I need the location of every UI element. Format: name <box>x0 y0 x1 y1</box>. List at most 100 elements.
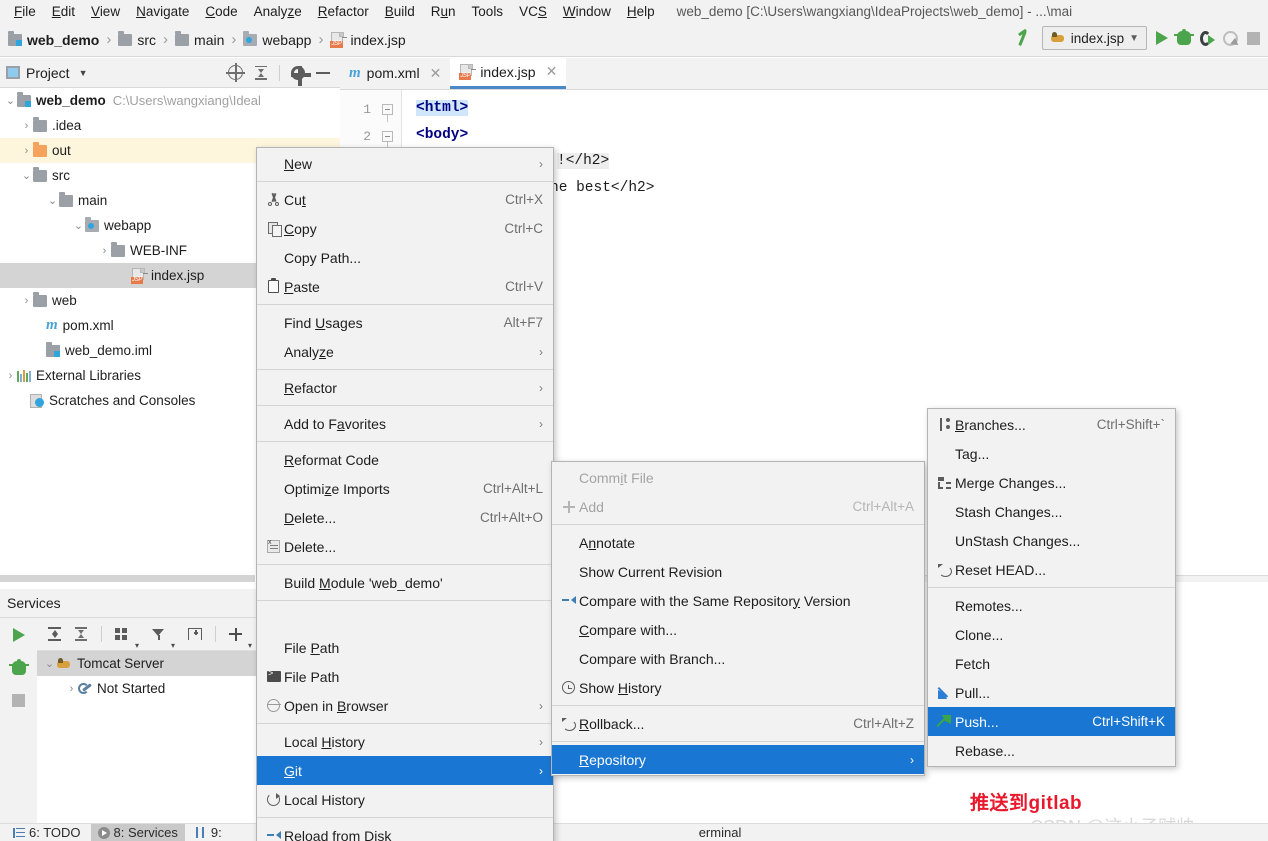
stop-icon[interactable] <box>1247 31 1260 45</box>
menu-item-annotate[interactable]: Annotate <box>552 528 924 557</box>
add-tab-icon[interactable] <box>188 628 203 640</box>
breadcrumb-item-src[interactable]: src <box>116 28 158 52</box>
tab-pom-xml[interactable]: m pom.xml ✕ <box>340 57 450 89</box>
chevron-down-icon[interactable]: ▼ <box>79 68 88 78</box>
chevron-down-icon[interactable]: ⌄ <box>72 219 85 232</box>
menu-item-branches[interactable]: Branches... Ctrl+Shift+` <box>928 410 1175 439</box>
locate-icon[interactable] <box>226 63 245 82</box>
menu-view[interactable]: View <box>83 1 128 22</box>
project-panel-title-group[interactable]: Project ▼ <box>6 65 88 81</box>
menu-item-show-history[interactable]: Show History <box>552 673 924 702</box>
services-tree[interactable]: ⌄ Tomcat Server › Not Started <box>37 651 268 823</box>
tab-index-jsp[interactable]: JSP index.jsp ✕ <box>450 57 567 89</box>
menu-vcs[interactable]: VCS <box>511 1 555 22</box>
menu-item-open-in-terminal[interactable]: File Path <box>257 662 553 691</box>
group-icon[interactable] <box>115 627 129 641</box>
run-configuration-selector[interactable]: index.jsp ▼ <box>1041 26 1147 50</box>
horizontal-splitter[interactable] <box>0 575 255 582</box>
menu-item-file-path[interactable]: File Path <box>257 633 553 662</box>
menu-run[interactable]: Run <box>423 1 464 22</box>
close-icon[interactable]: ✕ <box>430 65 442 82</box>
menu-tools[interactable]: Tools <box>464 1 512 22</box>
chevron-right-icon[interactable]: › <box>20 120 33 132</box>
menu-item-compare-with[interactable]: Compare with... <box>552 615 924 644</box>
chevron-down-icon[interactable]: ⌄ <box>4 94 17 107</box>
chevron-down-icon[interactable]: ▾ <box>171 641 175 650</box>
chevron-right-icon[interactable]: › <box>65 683 78 695</box>
menu-item-build-module[interactable]: Build Module 'web_demo' <box>257 568 553 597</box>
filter-icon[interactable] <box>152 628 165 641</box>
menu-item-show-in-explorer[interactable] <box>257 604 553 633</box>
menu-item-remotes[interactable]: Remotes... <box>928 591 1175 620</box>
breadcrumb-item-main[interactable]: main <box>173 28 226 52</box>
menu-item-unstash-changes[interactable]: UnStash Changes... <box>928 526 1175 555</box>
tree-row-idea[interactable]: › .idea <box>0 113 340 138</box>
stop-icon[interactable] <box>12 694 25 707</box>
breadcrumb-item-webapp[interactable]: webapp <box>241 28 313 52</box>
menu-item-compare-same-repo-version[interactable]: Compare with the Same Repository Version <box>552 586 924 615</box>
collapse-all-icon[interactable] <box>74 627 88 641</box>
menu-item-push[interactable]: Push... Ctrl+Shift+K <box>928 707 1175 736</box>
breadcrumb-item-index-jsp[interactable]: JSP index.jsp <box>328 28 407 52</box>
chevron-right-icon[interactable]: › <box>4 370 17 382</box>
close-icon[interactable]: ✕ <box>546 63 558 80</box>
menu-item-delete[interactable]: Delete... Ctrl+Alt+O <box>257 503 553 532</box>
menu-item-copy[interactable]: Copy Ctrl+C <box>257 214 553 243</box>
add-icon[interactable] <box>229 627 243 641</box>
menu-navigate[interactable]: Navigate <box>128 1 197 22</box>
menu-item-paste[interactable]: Paste Ctrl+V <box>257 272 553 301</box>
menu-item-tag[interactable]: Tag... <box>928 439 1175 468</box>
run-icon[interactable] <box>1156 31 1168 45</box>
menu-build[interactable]: Build <box>377 1 423 22</box>
menu-item-find-usages[interactable]: Find Usages Alt+F7 <box>257 308 553 337</box>
menu-item-pull[interactable]: Pull... <box>928 678 1175 707</box>
chevron-down-icon[interactable]: ▾ <box>248 641 252 650</box>
chevron-down-icon[interactable]: ⌄ <box>46 194 59 207</box>
status-tab-todo[interactable]: 6: TODO <box>6 824 88 841</box>
chevron-down-icon[interactable]: ▾ <box>135 641 139 650</box>
breadcrumb-item-web-demo[interactable]: web_demo <box>6 28 101 52</box>
run-icon[interactable] <box>12 628 25 642</box>
menu-item-stash-changes[interactable]: Stash Changes... <box>928 497 1175 526</box>
menu-item-open-in-browser[interactable]: Open in Browser › <box>257 691 553 720</box>
update-project-icon[interactable] <box>1017 30 1033 46</box>
menu-item-rollback[interactable]: Rollback... Ctrl+Alt+Z <box>552 709 924 738</box>
fold-icon[interactable] <box>382 104 393 122</box>
menu-item-refactor[interactable]: Refactor › <box>257 373 553 402</box>
menu-window[interactable]: Window <box>555 1 619 22</box>
profile-icon[interactable] <box>1223 30 1238 46</box>
debug-icon[interactable] <box>1174 29 1194 45</box>
menu-item-merge-changes[interactable]: Merge Changes... <box>928 468 1175 497</box>
menu-item-mark-as-plain-text[interactable]: Delete... <box>257 532 553 561</box>
menu-item-local-history[interactable]: Local History › <box>257 727 553 756</box>
menu-code[interactable]: Code <box>197 1 245 22</box>
settings-gear-icon[interactable] <box>291 65 311 86</box>
menu-analyze[interactable]: Analyze <box>246 1 310 22</box>
tree-row-web-demo[interactable]: ⌄ web_demo C:\Users\wangxiang\Ideal <box>0 88 340 113</box>
menu-item-fetch[interactable]: Fetch <box>928 649 1175 678</box>
chevron-down-icon[interactable]: ⌄ <box>20 169 33 182</box>
run-coverage-icon[interactable] <box>1200 30 1215 46</box>
status-tab-terminal[interactable]: erminal <box>692 824 749 841</box>
fold-icon[interactable] <box>382 131 393 149</box>
menu-item-show-current-revision[interactable]: Show Current Revision <box>552 557 924 586</box>
menu-item-add-to-favorites[interactable]: Add to Favorites › <box>257 409 553 438</box>
menu-item-git[interactable]: Git › <box>257 756 553 785</box>
status-tab-git[interactable]: 9: <box>188 824 229 841</box>
menu-item-copy-path[interactable]: Copy Path... <box>257 243 553 272</box>
chevron-right-icon[interactable]: › <box>20 145 33 157</box>
services-row-not-started[interactable]: › Not Started <box>37 676 268 701</box>
menu-item-reformat-code[interactable]: Reformat Code <box>257 445 553 474</box>
menu-refactor[interactable]: Refactor <box>310 1 377 22</box>
expand-all-icon[interactable] <box>48 627 61 641</box>
services-row-tomcat-server[interactable]: ⌄ Tomcat Server <box>37 651 268 676</box>
chevron-right-icon[interactable]: › <box>98 245 111 257</box>
menu-item-cut[interactable]: Cut Ctrl+X <box>257 185 553 214</box>
status-tab-services[interactable]: 8: Services <box>90 824 185 841</box>
hide-icon[interactable] <box>316 71 330 74</box>
menu-item-optimize-imports[interactable]: Optimize Imports Ctrl+Alt+L <box>257 474 553 503</box>
menu-item-compare-with[interactable]: Reload from Disk <box>257 821 553 841</box>
menu-item-analyze[interactable]: Analyze › <box>257 337 553 366</box>
menu-item-new[interactable]: New › <box>257 149 553 178</box>
collapse-all-icon[interactable] <box>254 65 268 80</box>
